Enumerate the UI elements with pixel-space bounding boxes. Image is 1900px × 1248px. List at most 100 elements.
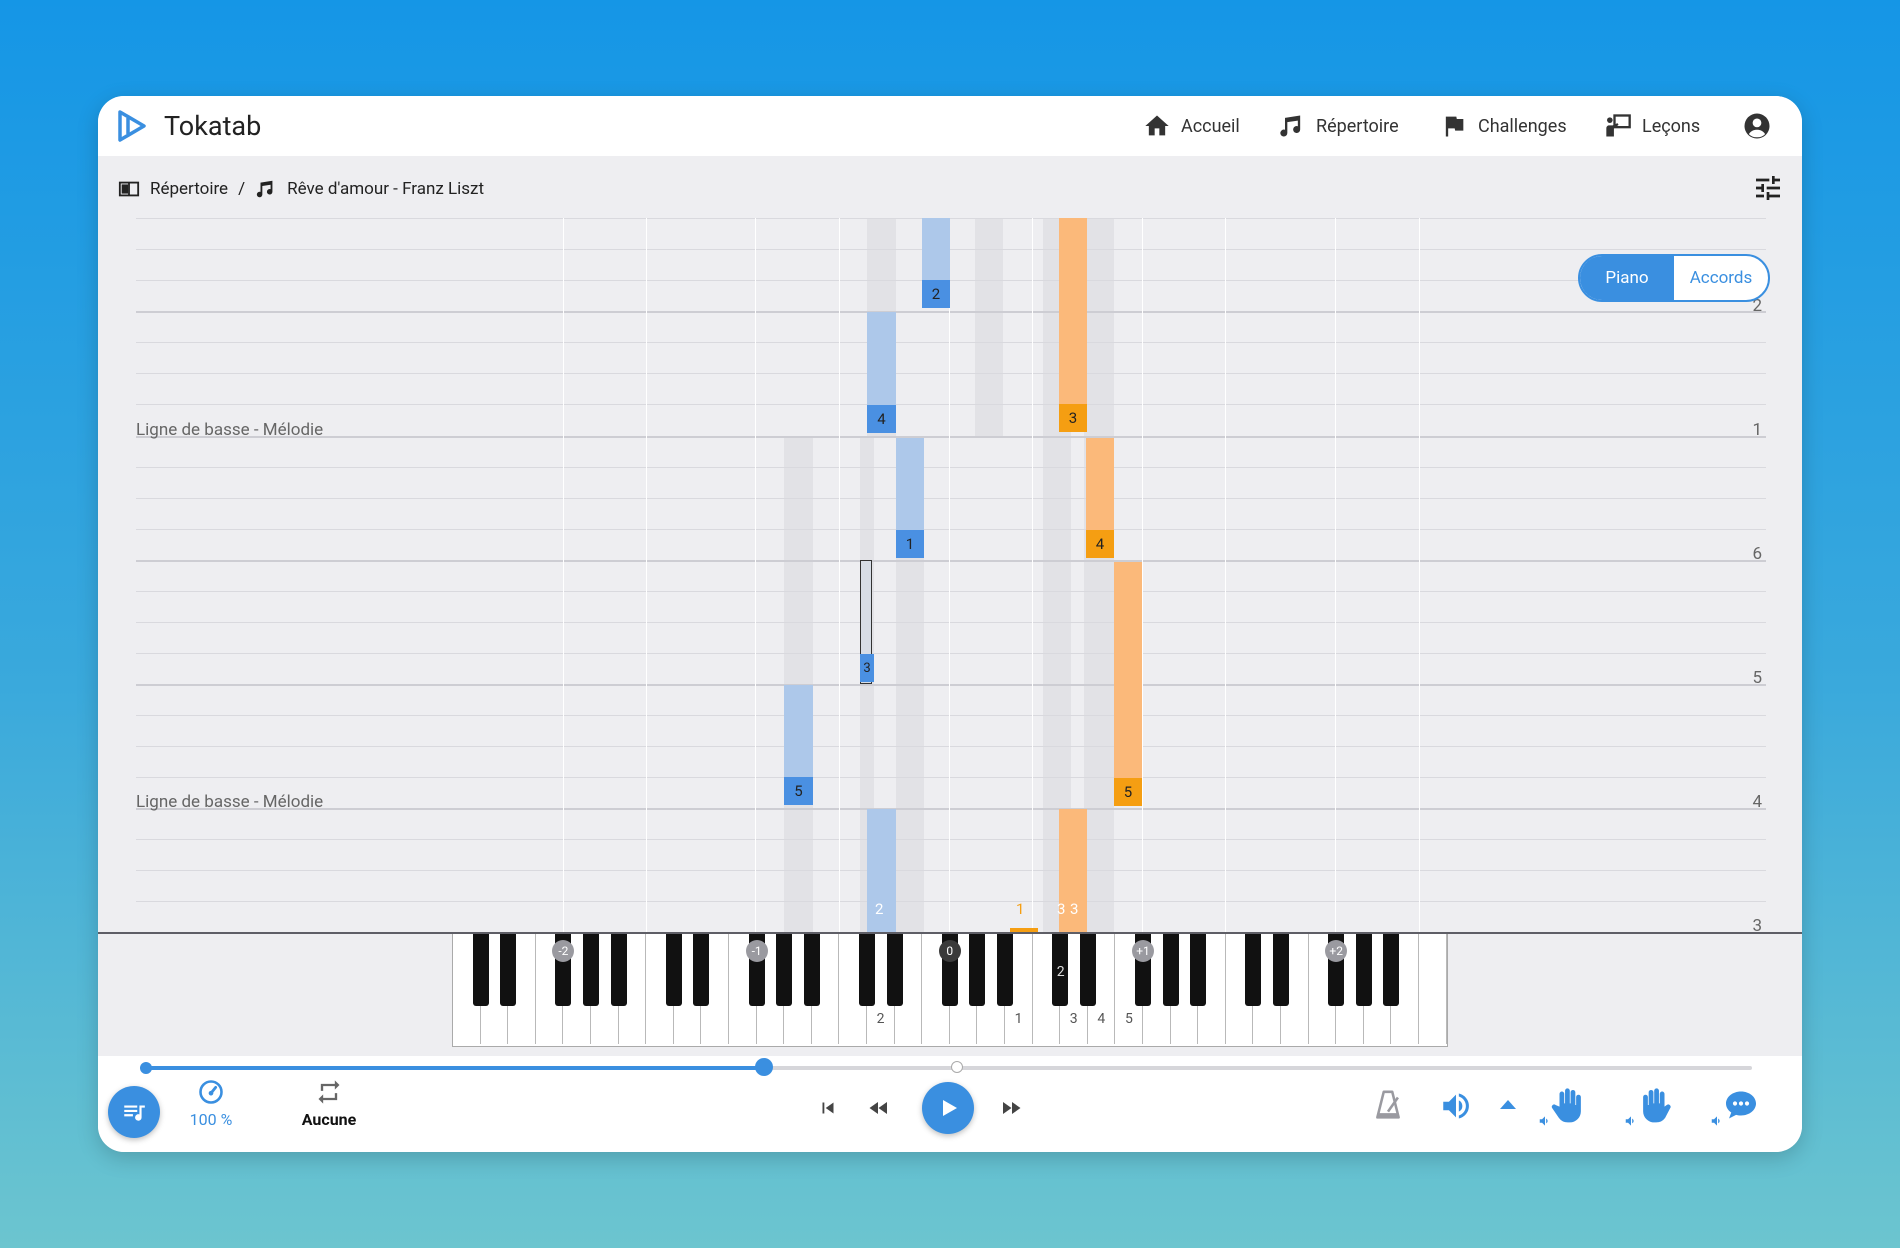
left-hand-icon	[1551, 1088, 1581, 1123]
black-key[interactable]	[1355, 934, 1372, 1006]
section-label: Ligne de basse - Mélodie	[136, 792, 324, 812]
loop-marker[interactable]	[951, 1061, 964, 1073]
player-bar: 100 % Aucune	[98, 1056, 1802, 1152]
mode-toggle: Piano Accords	[1578, 254, 1770, 302]
keyboard-area: -2 -1 0 +1 +2 2 1 3 4 5 2	[98, 932, 1802, 1058]
black-key[interactable]	[665, 934, 682, 1006]
comments-button[interactable]	[1711, 1080, 1766, 1130]
black-key[interactable]	[500, 934, 517, 1006]
measure-number: 6	[1752, 544, 1762, 564]
black-key[interactable]	[693, 934, 710, 1006]
note-finger-label: 3	[1059, 404, 1087, 432]
volume-button[interactable]	[1438, 1086, 1474, 1126]
nav-accueil[interactable]: Accueil	[1143, 110, 1240, 142]
mode-accords-button[interactable]: Accords	[1674, 256, 1768, 300]
skip-previous-button[interactable]	[816, 1096, 840, 1120]
music-note-icon	[1280, 115, 1301, 137]
note-finger-label: 5	[784, 777, 813, 805]
tune-settings-icon[interactable]	[1752, 172, 1784, 204]
black-key[interactable]	[1079, 934, 1096, 1006]
left-hand-button[interactable]	[1539, 1080, 1594, 1130]
white-key[interactable]	[1419, 934, 1447, 1044]
note-finger-label: 4	[1086, 530, 1114, 558]
right-hand-button[interactable]	[1625, 1080, 1680, 1130]
caret-up-icon	[1500, 1100, 1516, 1109]
measure-number: 5	[1752, 668, 1762, 688]
account-circle-icon[interactable]	[1742, 111, 1772, 141]
note-finger-label: 4	[867, 405, 896, 433]
rewind-button[interactable]	[866, 1096, 892, 1120]
chat-bubble-icon	[1726, 1091, 1756, 1119]
hand-volume-icon	[1539, 1116, 1548, 1126]
note-left-hand	[867, 312, 896, 405]
black-key[interactable]	[1162, 934, 1179, 1006]
key-fingering: 1	[1014, 1011, 1023, 1027]
black-key[interactable]	[472, 934, 489, 1006]
breadcrumb-current: Rêve d'amour - Franz Liszt	[287, 179, 485, 199]
breadcrumb-root[interactable]: Répertoire	[150, 179, 228, 199]
octave-marker: 0	[938, 940, 961, 962]
black-key[interactable]	[610, 934, 627, 1006]
nav-challenges[interactable]: Challenges	[1440, 110, 1567, 142]
top-bar: Tokatab Accueil Répertoire Challenges Le…	[98, 96, 1802, 156]
note-right-hand	[1114, 562, 1142, 778]
black-key[interactable]	[1190, 934, 1207, 1006]
black-key[interactable]	[969, 934, 986, 1006]
playlist-button[interactable]	[108, 1086, 160, 1138]
piano-roll: 2 4 1 3 5 2 3 4 5 3 3 1 Ligne de basse -…	[98, 218, 1802, 932]
piano-keyboard[interactable]: -2 -1 0 +1 +2 2 1 3 4 5 2	[452, 934, 1448, 1047]
note-left-hand	[784, 685, 813, 777]
app-title: Tokatab	[164, 110, 262, 142]
note-left-hand	[922, 218, 950, 280]
hand-volume-icon	[1625, 1116, 1634, 1126]
chat-volume-icon	[1711, 1116, 1720, 1126]
black-key[interactable]	[776, 934, 793, 1006]
speedometer-icon	[199, 1080, 223, 1104]
octave-marker: -1	[745, 940, 768, 962]
right-hand-icon	[1643, 1088, 1671, 1123]
key-fingering: 5	[1124, 1011, 1133, 1027]
key-fingering: 3	[1069, 1011, 1078, 1027]
black-key[interactable]	[997, 934, 1013, 1006]
app-window: Tokatab Accueil Répertoire Challenges Le…	[98, 96, 1802, 1152]
playlist-music-icon	[124, 1105, 145, 1121]
black-key[interactable]	[1273, 934, 1289, 1006]
black-key[interactable]	[886, 934, 903, 1006]
expand-up-button[interactable]	[1498, 1096, 1518, 1112]
music-note-icon	[256, 180, 273, 198]
section-label: Ligne de basse - Mélodie	[136, 420, 324, 440]
key-fingering: 2	[876, 1011, 885, 1027]
play-button[interactable]	[922, 1082, 974, 1134]
progress-slider[interactable]	[140, 1058, 1752, 1076]
black-key[interactable]	[1383, 934, 1400, 1006]
fast-forward-button[interactable]	[998, 1096, 1024, 1120]
skip-previous-icon	[822, 1102, 834, 1114]
nav-lecons[interactable]: Leçons	[1604, 110, 1700, 142]
black-key[interactable]	[583, 934, 599, 1006]
loop-control[interactable]: Aucune	[284, 1078, 374, 1129]
metronome-button[interactable]	[1370, 1086, 1406, 1126]
play-icon	[943, 1100, 957, 1116]
speed-value: 100 %	[189, 1110, 233, 1129]
home-icon	[1145, 115, 1169, 136]
black-key[interactable]	[859, 934, 875, 1006]
fast-forward-icon	[1003, 1102, 1021, 1114]
breadcrumb: Répertoire / Rêve d'amour - Franz Liszt	[118, 174, 484, 204]
progress-handle[interactable]	[755, 1058, 774, 1076]
key-fingering: 2	[1056, 964, 1065, 980]
repeat-icon	[318, 1080, 340, 1104]
black-key[interactable]	[803, 934, 820, 1006]
measure-number: 4	[1752, 792, 1762, 812]
note-right-hand	[1059, 218, 1087, 404]
progress-fill	[146, 1066, 765, 1070]
measure-number: 3	[1752, 916, 1762, 932]
nav-repertoire-label: Répertoire	[1316, 115, 1399, 137]
rewind-icon	[869, 1102, 887, 1114]
octave-marker: +1	[1132, 940, 1154, 962]
speed-control[interactable]: 100 %	[176, 1078, 246, 1129]
measure-number: 1	[1752, 420, 1762, 440]
mode-piano-button[interactable]: Piano	[1580, 256, 1674, 300]
nav-repertoire[interactable]: Répertoire	[1278, 110, 1399, 142]
black-key[interactable]	[1245, 934, 1262, 1006]
note-finger-label: 5	[1114, 778, 1142, 806]
